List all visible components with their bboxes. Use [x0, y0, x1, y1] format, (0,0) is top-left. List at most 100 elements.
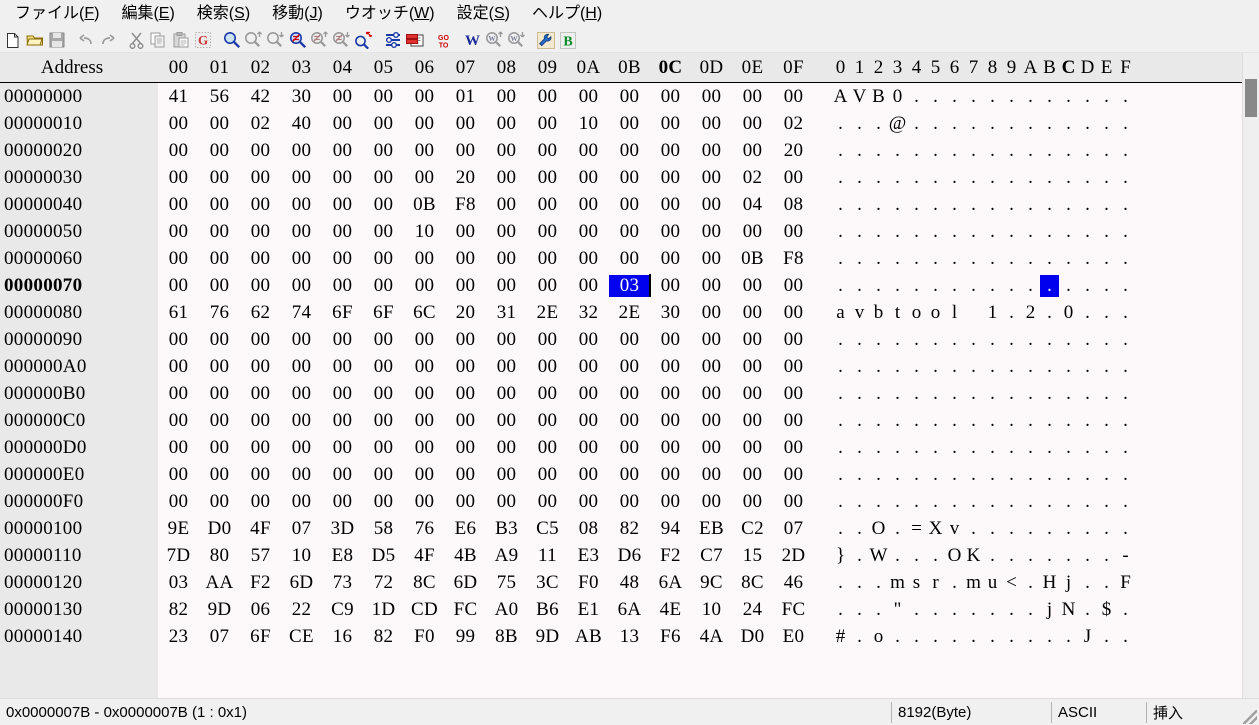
ascii-char[interactable]: .	[831, 140, 850, 162]
ascii-char[interactable]: .	[1002, 545, 1021, 567]
hex-byte[interactable]: 00	[158, 221, 199, 243]
ascii-char[interactable]: .	[1116, 464, 1135, 486]
ascii-char[interactable]: .	[1097, 545, 1116, 567]
hex-byte[interactable]: 00	[240, 167, 281, 189]
ascii-char[interactable]: .	[907, 437, 926, 459]
hex-byte[interactable]: D5	[363, 545, 404, 567]
ascii-char[interactable]: .	[1097, 329, 1116, 351]
menu-item-2[interactable]: 検索(S)	[186, 3, 261, 26]
ascii-char[interactable]: a	[831, 302, 850, 324]
hex-byte[interactable]: 00	[322, 464, 363, 486]
ascii-char[interactable]: .	[926, 86, 945, 108]
hex-byte[interactable]: 56	[199, 86, 240, 108]
hex-byte[interactable]: 00	[445, 113, 486, 135]
hex-byte[interactable]: 4B	[445, 545, 486, 567]
ascii-char[interactable]: .	[1021, 140, 1040, 162]
hex-byte[interactable]: 00	[486, 464, 527, 486]
hex-byte[interactable]: 00	[240, 275, 281, 297]
hex-byte[interactable]: 00	[527, 437, 568, 459]
hex-byte[interactable]: 00	[199, 491, 240, 513]
hex-byte[interactable]: 03	[158, 572, 199, 594]
ascii-char[interactable]: .	[1040, 437, 1059, 459]
ascii-char[interactable]: .	[1116, 626, 1135, 648]
vertical-scrollbar[interactable]	[1242, 53, 1259, 698]
hex-byte[interactable]: 00	[363, 329, 404, 351]
hex-byte[interactable]: 00	[322, 194, 363, 216]
ascii-char[interactable]: .	[1078, 599, 1097, 621]
hex-byte[interactable]: 00	[240, 356, 281, 378]
ascii-char[interactable]: .	[831, 491, 850, 513]
ascii-char[interactable]: .	[1078, 410, 1097, 432]
hex-byte[interactable]: 00	[527, 113, 568, 135]
ascii-char[interactable]: .	[831, 437, 850, 459]
hex-byte[interactable]: 00	[445, 491, 486, 513]
ascii-char[interactable]: .	[850, 383, 869, 405]
ascii-char[interactable]: .	[1116, 599, 1135, 621]
hex-byte[interactable]: 30	[650, 302, 691, 324]
hex-byte[interactable]: C9	[322, 599, 363, 621]
ascii-char[interactable]: .	[945, 572, 964, 594]
hex-byte[interactable]: 00	[691, 329, 732, 351]
ascii-char[interactable]: .	[850, 545, 869, 567]
ascii-char[interactable]: .	[1002, 626, 1021, 648]
hex-byte[interactable]: 00	[691, 221, 732, 243]
ascii-char[interactable]: .	[1078, 248, 1097, 270]
hex-byte[interactable]: 00	[609, 86, 650, 108]
hex-byte[interactable]: 00	[691, 410, 732, 432]
ascii-char[interactable]: .	[907, 464, 926, 486]
toolbar-button-search[interactable]	[221, 30, 242, 51]
ascii-char[interactable]: .	[1002, 464, 1021, 486]
ascii-char[interactable]: .	[926, 545, 945, 567]
hex-byte[interactable]: 00	[404, 410, 445, 432]
hex-byte[interactable]: 00	[773, 437, 814, 459]
hex-byte[interactable]: 82	[158, 599, 199, 621]
hex-byte[interactable]: 00	[691, 167, 732, 189]
hex-byte[interactable]: 00	[199, 383, 240, 405]
ascii-char[interactable]: @	[888, 113, 907, 135]
ascii-char[interactable]: .	[831, 221, 850, 243]
ascii-char[interactable]: .	[1040, 140, 1059, 162]
hex-byte[interactable]: 6F	[322, 302, 363, 324]
hex-byte[interactable]: 00	[281, 329, 322, 351]
hex-byte[interactable]: 61	[158, 302, 199, 324]
hex-byte[interactable]: 00	[527, 464, 568, 486]
ascii-char[interactable]: .	[964, 221, 983, 243]
hex-byte[interactable]: 00	[691, 491, 732, 513]
hex-byte[interactable]: 00	[732, 410, 773, 432]
hex-byte[interactable]: 00	[732, 491, 773, 513]
ascii-char[interactable]: .	[1002, 491, 1021, 513]
ascii-char[interactable]: .	[1002, 275, 1021, 297]
ascii-char[interactable]: .	[964, 599, 983, 621]
ascii-char[interactable]: .	[945, 248, 964, 270]
menu-item-6[interactable]: ヘルプ(H)	[521, 3, 613, 26]
hex-byte[interactable]: 00	[281, 140, 322, 162]
hex-byte[interactable]: 00	[609, 140, 650, 162]
hex-byte[interactable]: 00	[404, 437, 445, 459]
hex-byte[interactable]: 3D	[322, 518, 363, 540]
ascii-char[interactable]: .	[1078, 140, 1097, 162]
hex-byte[interactable]: 00	[609, 437, 650, 459]
ascii-char[interactable]: .	[1097, 302, 1116, 324]
ascii-char[interactable]: .	[907, 545, 926, 567]
hex-byte[interactable]: 00	[650, 491, 691, 513]
ascii-char[interactable]: .	[945, 410, 964, 432]
ascii-char[interactable]: .	[1097, 572, 1116, 594]
ascii-char[interactable]: .	[926, 248, 945, 270]
hex-byte[interactable]: 00	[363, 437, 404, 459]
ascii-char[interactable]: .	[1059, 221, 1078, 243]
hex-byte[interactable]: 00	[527, 275, 568, 297]
hex-byte[interactable]: 00	[158, 113, 199, 135]
ascii-char[interactable]: .	[1002, 221, 1021, 243]
ascii-char[interactable]: .	[945, 113, 964, 135]
hex-byte[interactable]: 00	[158, 194, 199, 216]
menu-item-1[interactable]: 編集(E)	[110, 3, 185, 26]
hex-byte[interactable]: 00	[773, 410, 814, 432]
status-encoding[interactable]: ASCII	[1051, 701, 1146, 723]
hex-byte[interactable]: 00	[363, 410, 404, 432]
ascii-char[interactable]: .	[1040, 545, 1059, 567]
hex-byte[interactable]: 00	[650, 383, 691, 405]
ascii-char[interactable]: .	[888, 140, 907, 162]
ascii-char[interactable]: .	[1116, 113, 1135, 135]
hex-row[interactable]: 000000E0 00 00 00 00 00 00 00 00 00 00 00 00 00 00 00 00…	[0, 461, 1242, 488]
ascii-char[interactable]: .	[1078, 302, 1097, 324]
